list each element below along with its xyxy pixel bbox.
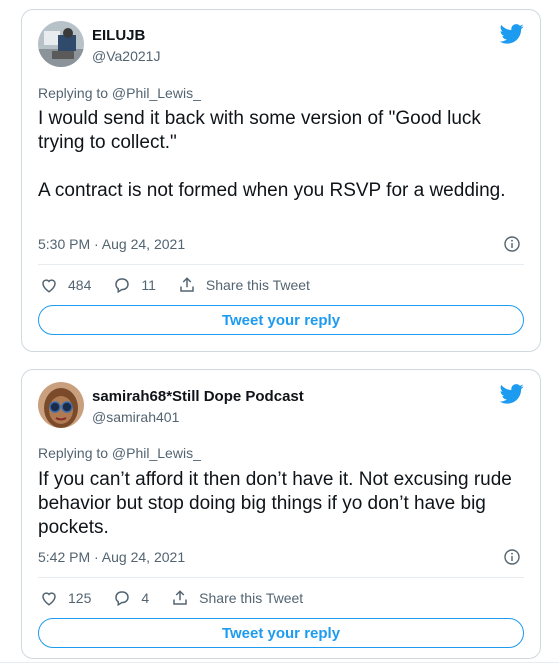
reply-action[interactable]: 4 [113, 589, 149, 607]
info-icon[interactable] [504, 549, 520, 565]
share-button[interactable]: Share this Tweet [171, 589, 303, 607]
twitter-bird-icon[interactable] [500, 24, 524, 44]
share-icon [180, 277, 194, 292]
avatar[interactable] [38, 382, 84, 428]
like-button[interactable]: 484 [40, 276, 91, 294]
share-button[interactable]: Share this Tweet [178, 276, 310, 294]
share-icon [173, 590, 187, 605]
display-name[interactable]: EILUJB [92, 27, 145, 44]
divider [0, 662, 559, 663]
user-handle[interactable]: @Va2021J [92, 48, 160, 64]
tweet-actions: 484 11 Share this Tweet [40, 274, 332, 296]
share-label: Share this Tweet [199, 590, 304, 606]
info-icon[interactable] [504, 236, 520, 252]
tweet-text: If you can’t afford it then don’t have i… [38, 469, 512, 538]
reply-icon [115, 278, 130, 294]
replying-to: Replying to @Phil_Lewis_ [38, 85, 201, 101]
heart-icon [42, 279, 56, 293]
like-button[interactable]: 125 [40, 589, 91, 607]
tweet-timestamp[interactable]: 5:30 PM · Aug 24, 2021 [38, 236, 185, 252]
reply-icon [115, 591, 130, 607]
heart-icon [42, 592, 56, 606]
divider [38, 577, 524, 578]
tweet-card: EILUJB @Va2021J Replying to @Phil_Lewis_… [21, 9, 541, 352]
avatar[interactable] [38, 21, 84, 67]
like-count: 125 [68, 590, 92, 606]
tweet-card: samirah68*Still Dope Podcast @samirah401… [21, 369, 541, 659]
divider [38, 264, 524, 265]
reply-action[interactable]: 11 [113, 276, 156, 294]
twitter-bird-icon[interactable] [500, 384, 524, 404]
reply-count: 4 [141, 590, 150, 606]
replying-to: Replying to @Phil_Lewis_ [38, 445, 201, 461]
tweet-your-reply-button[interactable]: Tweet your reply [38, 618, 524, 648]
display-name[interactable]: samirah68*Still Dope Podcast [92, 388, 304, 405]
reply-count: 11 [141, 277, 156, 293]
tweet-text: I would send it back with some version o… [38, 108, 506, 201]
tweet-timestamp[interactable]: 5:42 PM · Aug 24, 2021 [38, 549, 185, 565]
share-label: Share this Tweet [205, 277, 310, 293]
like-count: 484 [68, 277, 92, 293]
user-handle[interactable]: @samirah401 [92, 409, 179, 425]
tweet-your-reply-button[interactable]: Tweet your reply [38, 305, 524, 335]
tweet-actions: 125 4 Share this Tweet [40, 587, 325, 609]
